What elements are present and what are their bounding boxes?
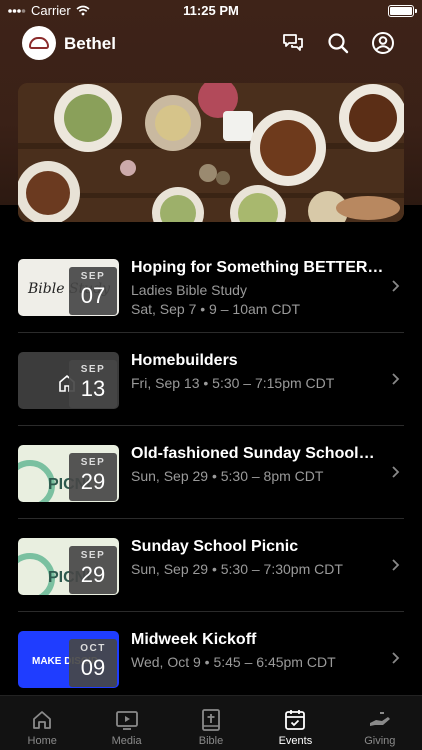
event-thumbnail: SEP 13 — [18, 352, 119, 409]
event-row[interactable]: PICNI SEP 29 Old-fashioned Sunday School… — [18, 426, 404, 519]
event-thumbnail: MAKE DISCIP OCT 09 — [18, 631, 119, 688]
event-day: 29 — [80, 469, 106, 494]
chevron-right-icon — [392, 373, 400, 385]
search-icon[interactable] — [326, 31, 350, 55]
tab-label: Home — [27, 735, 57, 747]
home-icon — [33, 711, 52, 729]
event-thumbnail: Bible Study SEP 07 — [18, 259, 119, 316]
event-time: Sat, Sep 7 • 9 – 10am CDT — [131, 301, 301, 317]
event-title: Old-fashioned Sunday School… — [131, 445, 375, 462]
tab-bible[interactable]: Bible — [169, 696, 253, 750]
event-day: 29 — [80, 562, 106, 587]
tab-label: Events — [278, 735, 313, 747]
calendar-icon — [285, 710, 306, 730]
chevron-right-icon — [392, 466, 400, 478]
tab-label: Bible — [198, 735, 224, 747]
event-thumbnail: PICNI SEP 29 — [18, 445, 119, 502]
event-time: Fri, Sep 13 • 5:30 – 7:15pm CDT — [131, 375, 335, 391]
event-row[interactable]: SEP 13 Homebuilders Fri, Sep 13 • 5:30 –… — [18, 333, 404, 426]
tab-home[interactable]: Home — [0, 696, 84, 750]
event-month: SEP — [80, 457, 106, 468]
play-icon — [115, 711, 138, 730]
signal-icon — [8, 8, 26, 13]
date-badge: OCT 09 — [69, 639, 117, 687]
event-row[interactable]: Bible Study SEP 07 Hoping for Something … — [18, 240, 404, 333]
food-table-photo — [18, 83, 404, 222]
event-day: 09 — [80, 655, 106, 680]
event-title: Hoping for Something BETTER… — [131, 259, 384, 276]
event-day: 13 — [80, 376, 106, 401]
event-subtitle: Ladies Bible Study — [131, 282, 247, 298]
date-badge: SEP 13 — [69, 360, 117, 408]
date-badge: SEP 07 — [69, 267, 117, 315]
bible-icon — [202, 709, 220, 731]
event-month: SEP — [80, 271, 106, 282]
tab-label: Giving — [364, 735, 396, 747]
date-badge: SEP 29 — [69, 453, 117, 501]
profile-icon[interactable] — [371, 31, 395, 55]
event-time: Sun, Sep 29 • 5:30 – 7:30pm CDT — [131, 561, 343, 577]
event-row[interactable]: MAKE DISCIP OCT 09 Midweek Kickoff Wed, … — [18, 612, 404, 705]
wifi-icon — [76, 5, 90, 16]
chevron-right-icon — [392, 280, 400, 292]
chat-icon[interactable] — [281, 31, 305, 55]
status-bar: Carrier 11:25 PM — [0, 0, 422, 22]
event-time: Wed, Oct 9 • 5:45 – 6:45pm CDT — [131, 654, 336, 670]
event-thumbnail: PICNI SEP 29 — [18, 538, 119, 595]
event-time: Sun, Sep 29 • 5:30 – 8pm CDT — [131, 468, 324, 484]
event-month: SEP — [80, 550, 106, 561]
tab-label: Media — [111, 735, 142, 747]
event-title: Midweek Kickoff — [131, 631, 257, 648]
event-month: SEP — [80, 364, 106, 375]
church-name: Bethel — [64, 34, 116, 53]
carrier-label: Carrier — [31, 3, 71, 18]
church-logo[interactable] — [22, 26, 56, 60]
events-list: Bible Study SEP 07 Hoping for Something … — [18, 240, 404, 705]
chevron-right-icon — [392, 559, 400, 571]
giving-hand-icon — [369, 712, 390, 726]
date-badge: SEP 29 — [69, 546, 117, 594]
hero-image[interactable] — [18, 83, 404, 222]
chevron-right-icon — [392, 652, 400, 664]
tab-giving[interactable]: Giving — [338, 696, 422, 750]
event-title: Homebuilders — [131, 352, 238, 369]
event-title: Sunday School Picnic — [131, 538, 299, 555]
tab-events[interactable]: Events — [253, 696, 337, 750]
tab-bar: Home Media Bible Events Giving — [0, 695, 422, 750]
battery-icon — [388, 5, 417, 17]
event-row[interactable]: PICNI SEP 29 Sunday School Picnic Sun, S… — [18, 519, 404, 612]
carrier-indicator: Carrier — [8, 3, 90, 18]
app-header: Bethel — [0, 26, 422, 62]
event-month: OCT — [80, 643, 106, 654]
tab-media[interactable]: Media — [84, 696, 168, 750]
event-day: 07 — [80, 283, 106, 308]
